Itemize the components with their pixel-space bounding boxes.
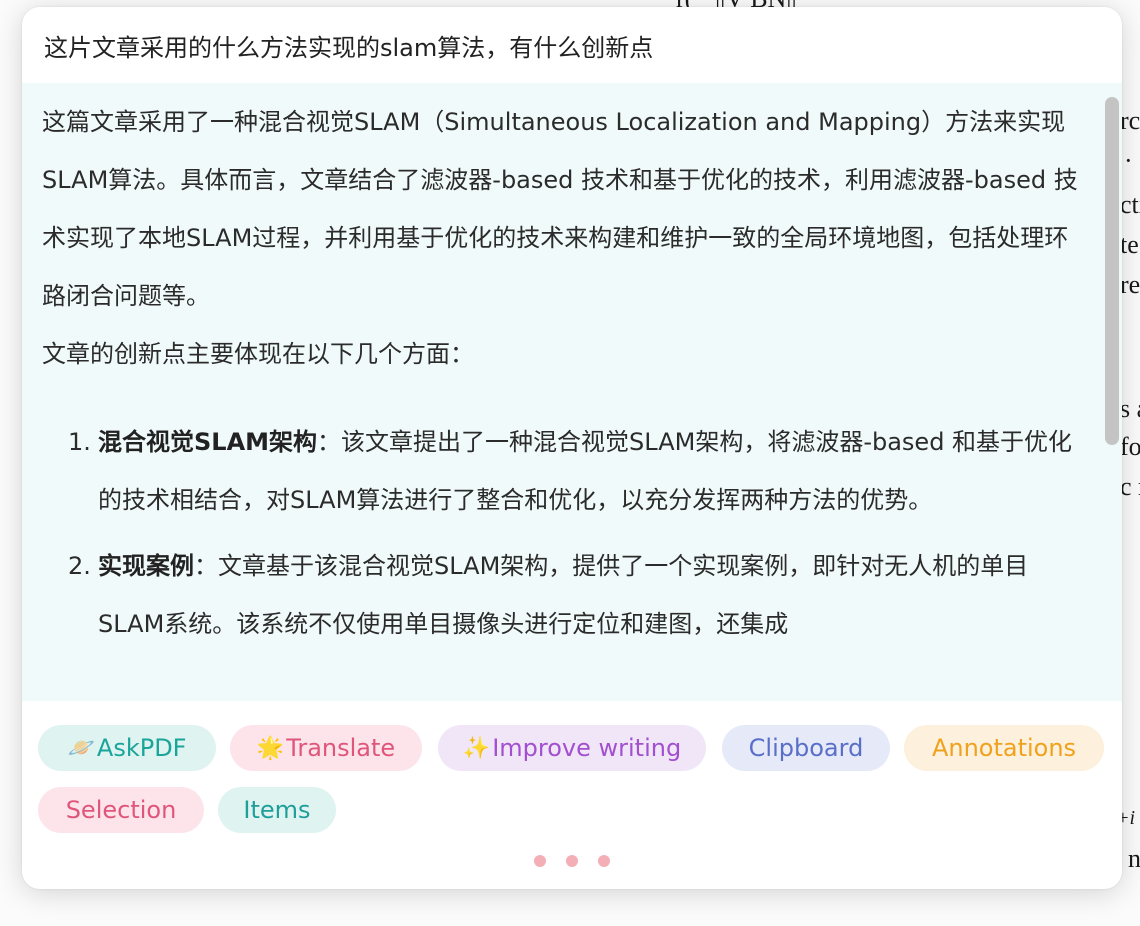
- ask-pdf-popup: 这片文章采用的什么方法实现的slam算法，有什么创新点 这篇文章采用了一种混合视…: [22, 7, 1122, 889]
- page-dot[interactable]: [566, 855, 578, 867]
- selection-label: Selection: [65, 796, 177, 824]
- answer-scrollbar[interactable]: [1102, 97, 1119, 687]
- background-text: rcl: [1120, 106, 1140, 135]
- planet-icon: 🪐: [67, 735, 95, 761]
- background-text: re: [1120, 270, 1140, 299]
- list-item: 1. 混合视觉SLAM架构：该文章提出了一种混合视觉SLAM架构，将滤波器-ba…: [42, 413, 1082, 529]
- improve-writing-button[interactable]: ✨ Improve writing: [438, 725, 706, 771]
- list-item: 2. 实现案例：文章基于该混合视觉SLAM架构，提供了一个实现案例，即针对无人机…: [42, 537, 1082, 653]
- items-button[interactable]: Items: [218, 787, 336, 833]
- clipboard-button[interactable]: Clipboard: [722, 725, 890, 771]
- background-text: ·: [1124, 146, 1133, 175]
- answer-lead: 文章的创新点主要体现在以下几个方面：: [42, 340, 474, 368]
- selection-button[interactable]: Selection: [38, 787, 204, 833]
- page-indicator[interactable]: [534, 855, 610, 869]
- background-text: c r: [1120, 472, 1140, 501]
- background-text: cti: [1120, 190, 1140, 219]
- list-item-body: ：文章基于该混合视觉SLAM架构，提供了一个实现案例，即针对无人机的单目SLAM…: [98, 552, 1029, 638]
- list-number: 2.: [68, 552, 91, 580]
- translate-button[interactable]: 🌟 Translate: [230, 725, 422, 771]
- star-icon: 🌟: [256, 735, 285, 761]
- background-text: s a: [1120, 394, 1140, 423]
- background-text: te: [1120, 230, 1139, 259]
- question-text: 这片文章采用的什么方法实现的slam算法，有什么创新点: [44, 33, 654, 62]
- background-text: n: [1128, 844, 1140, 873]
- page-dot[interactable]: [534, 855, 546, 867]
- list-number: 1.: [68, 428, 91, 456]
- action-bar: 🪐 AskPDF 🌟 Translate ✨ Improve writing Clip…: [22, 701, 1122, 889]
- improve-writing-label: Improve writing: [492, 734, 682, 762]
- annotations-button[interactable]: Annotations: [904, 725, 1104, 771]
- question-bar: 这片文章采用的什么方法实现的slam算法，有什么创新点: [22, 7, 1122, 83]
- items-label: Items: [243, 796, 311, 824]
- translate-label: Translate: [286, 734, 396, 762]
- page-dot[interactable]: [598, 855, 610, 867]
- list-item-heading: 混合视觉SLAM架构: [98, 428, 318, 456]
- answer-content: 这篇文章采用了一种混合视觉SLAM（Simultaneous Localizat…: [42, 93, 1082, 661]
- askpdf-button[interactable]: 🪐 AskPDF: [38, 725, 216, 771]
- background-text: fo: [1120, 432, 1140, 461]
- answer-panel[interactable]: 这篇文章采用了一种混合视觉SLAM（Simultaneous Localizat…: [22, 83, 1122, 701]
- clipboard-label: Clipboard: [748, 734, 864, 762]
- askpdf-label: AskPDF: [96, 734, 187, 762]
- answer-intro: 这篇文章采用了一种混合视觉SLAM（Simultaneous Localizat…: [42, 108, 1078, 310]
- annotations-label: Annotations: [931, 734, 1077, 762]
- sparkles-icon: ✨: [462, 735, 491, 761]
- list-item-heading: 实现案例: [98, 552, 194, 580]
- scrollbar-thumb[interactable]: [1105, 97, 1119, 445]
